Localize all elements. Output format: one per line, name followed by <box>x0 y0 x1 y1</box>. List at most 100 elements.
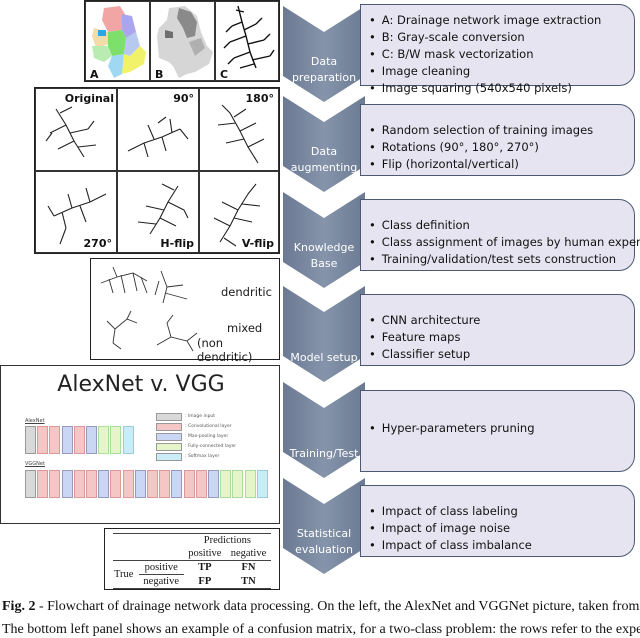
panel-c-bw-mask: C <box>215 1 279 81</box>
step-item-list: Impact of class labelingImpact of image … <box>369 491 634 554</box>
step-label-line: Statistical <box>296 527 352 540</box>
aug-label-vflip: V-flip <box>241 237 274 250</box>
step-box-2: Random selection of training imagesRotat… <box>360 104 635 176</box>
aug-label-180: 180° <box>245 92 274 105</box>
confusion-matrix-table: Predictions positive negative True posit… <box>113 533 271 589</box>
classes-panel: dendritic mixed (non dendritic) <box>90 258 280 364</box>
alexnet-layer-fc <box>98 426 110 454</box>
step-label-line: Model setup <box>290 351 358 364</box>
cm-row-negative: negative <box>143 576 179 587</box>
step-item: Class assignment of images by human expe… <box>369 234 640 251</box>
cm-cell-fn: FN <box>241 562 256 574</box>
step-item: Hyper-parameters pruning <box>369 420 634 437</box>
vggnet-layer-pool <box>171 470 183 498</box>
figure-caption-line2: The bottom left panel shows an example o… <box>2 622 640 638</box>
caption-text-2: The bottom left panel shows an example o… <box>2 622 640 637</box>
step-item: A: Drainage network image extraction <box>369 12 634 29</box>
vggnet-layer-pool <box>134 470 146 498</box>
step-item-list: CNN architectureFeature mapsClassifier s… <box>369 300 634 363</box>
vggnet-layer-conv <box>49 470 61 498</box>
chevron-arrow-icon <box>283 286 365 382</box>
legend-swatch-fc <box>156 443 182 451</box>
aug-cell-hflip: H-flip <box>117 171 199 253</box>
step-label-line: Knowledge <box>293 241 355 254</box>
vggnet-layer-fc <box>220 470 232 498</box>
panel-label-b: B <box>155 68 164 81</box>
alexnet-label: AlexNet <box>25 418 45 424</box>
class-label-dendritic: dendritic <box>221 285 272 299</box>
step-box-4: CNN architectureFeature mapsClassifier s… <box>360 294 635 366</box>
vggnet-layer-conv <box>110 470 122 498</box>
chevron-arrow-icon <box>283 382 365 478</box>
vggnet-label: VGGNet <box>25 461 45 467</box>
aug-label-original: Original <box>64 92 114 105</box>
step-item: Flip (horizontal/vertical) <box>369 156 634 173</box>
figure-label: Fig. 2 <box>2 599 36 614</box>
step-box-1: A: Drainage network image extractionB: G… <box>360 4 635 95</box>
vggnet-layer-pool <box>61 470 73 498</box>
legend-swatch-soft <box>156 453 182 461</box>
panel-label-c: C <box>220 68 229 81</box>
alexnet-layer-pool <box>61 426 73 454</box>
alexnet-layer-soft <box>122 426 134 454</box>
step-item: B: Gray-scale conversion <box>369 29 634 46</box>
step-item-list: Hyper-parameters pruning <box>369 396 634 437</box>
step-item: CNN architecture <box>369 312 634 329</box>
augmentation-grid-panel: Original 90° 180° 270° H-flip V-flip <box>34 87 280 254</box>
legend-text-soft: : Softmax layer <box>185 454 220 459</box>
step-label-3: Knowledge Base <box>283 240 365 272</box>
aug-cell-vflip: V-flip <box>199 171 279 253</box>
alexnet-layer-conv <box>37 426 49 454</box>
legend-swatch-input <box>156 413 182 421</box>
legend-text-input: : Image input <box>185 414 216 419</box>
step-item-list: Random selection of training imagesRotat… <box>369 110 634 173</box>
vggnet-layer-conv <box>122 470 134 498</box>
step-item: Image squaring (540x540 pixels) <box>369 80 634 97</box>
alexnet-layer-conv <box>49 426 61 454</box>
legend-swatch-conv <box>156 423 182 431</box>
cm-col-negative: negative <box>230 548 267 559</box>
alexnet-layer-pool <box>86 426 97 454</box>
step-label-5: Training/Test <box>283 446 365 462</box>
step-box-3: Class definitionClass assignment of imag… <box>360 199 640 271</box>
cm-header-predictions: Predictions <box>203 535 251 546</box>
step-label-line: Base <box>310 257 338 270</box>
alexnet-layer-input <box>25 426 36 454</box>
class-example-networks <box>100 266 198 352</box>
step-box-5: Hyper-parameters pruning <box>360 390 635 472</box>
panel-b-grayscale-map: B <box>150 1 215 81</box>
alexnet-title: AlexNet v. VGG <box>57 372 225 397</box>
aug-label-90: 90° <box>173 92 194 105</box>
step-label-line: preparation <box>291 71 357 84</box>
step-item: Training/validation/test sets constructi… <box>369 251 634 268</box>
step-label-4: Model setup <box>283 350 365 366</box>
vggnet-layer-fc <box>244 470 256 498</box>
step-label-line: evaluation <box>295 543 353 556</box>
cm-cell-tn: TN <box>241 575 256 587</box>
step-label-2: Data augmenting <box>283 144 365 176</box>
vggnet-layer-input <box>25 470 36 498</box>
step-label-line: Data <box>310 55 338 68</box>
step-label-1: Data preparation <box>283 54 365 86</box>
step-item: C: B/W mask vectorization <box>369 46 634 63</box>
step-item: Classifier setup <box>369 346 634 363</box>
class-label-non-dendritic: (non dendritic) <box>197 336 253 364</box>
aug-cell-180: 180° <box>199 88 279 171</box>
vggnet-layer-soft <box>256 470 268 498</box>
cm-cell-fp: FP <box>198 575 212 587</box>
vggnet-layer-conv <box>73 470 85 498</box>
caption-text-1: - Flowchart of drainage network data pro… <box>35 599 640 614</box>
vggnet-layer-conv <box>37 470 49 498</box>
cm-row-positive: positive <box>138 560 184 575</box>
vggnet-layer-conv <box>195 470 207 498</box>
step-label-line: Training/Test <box>289 447 359 460</box>
vggnet-layer-conv <box>147 470 158 498</box>
step-item: Impact of class labeling <box>369 503 634 520</box>
step-item-list: Class definitionClass assignment of imag… <box>369 205 640 268</box>
step-box-6: Impact of class labelingImpact of image … <box>360 485 635 557</box>
aug-label-270: 270° <box>83 237 112 250</box>
alexnet-layer-fc <box>110 426 122 454</box>
legend-text-fc: : Fully-connected layer <box>185 444 237 449</box>
panel-label-a: A <box>90 68 99 81</box>
confusion-matrix-panel: Predictions positive negative True posit… <box>104 528 280 590</box>
